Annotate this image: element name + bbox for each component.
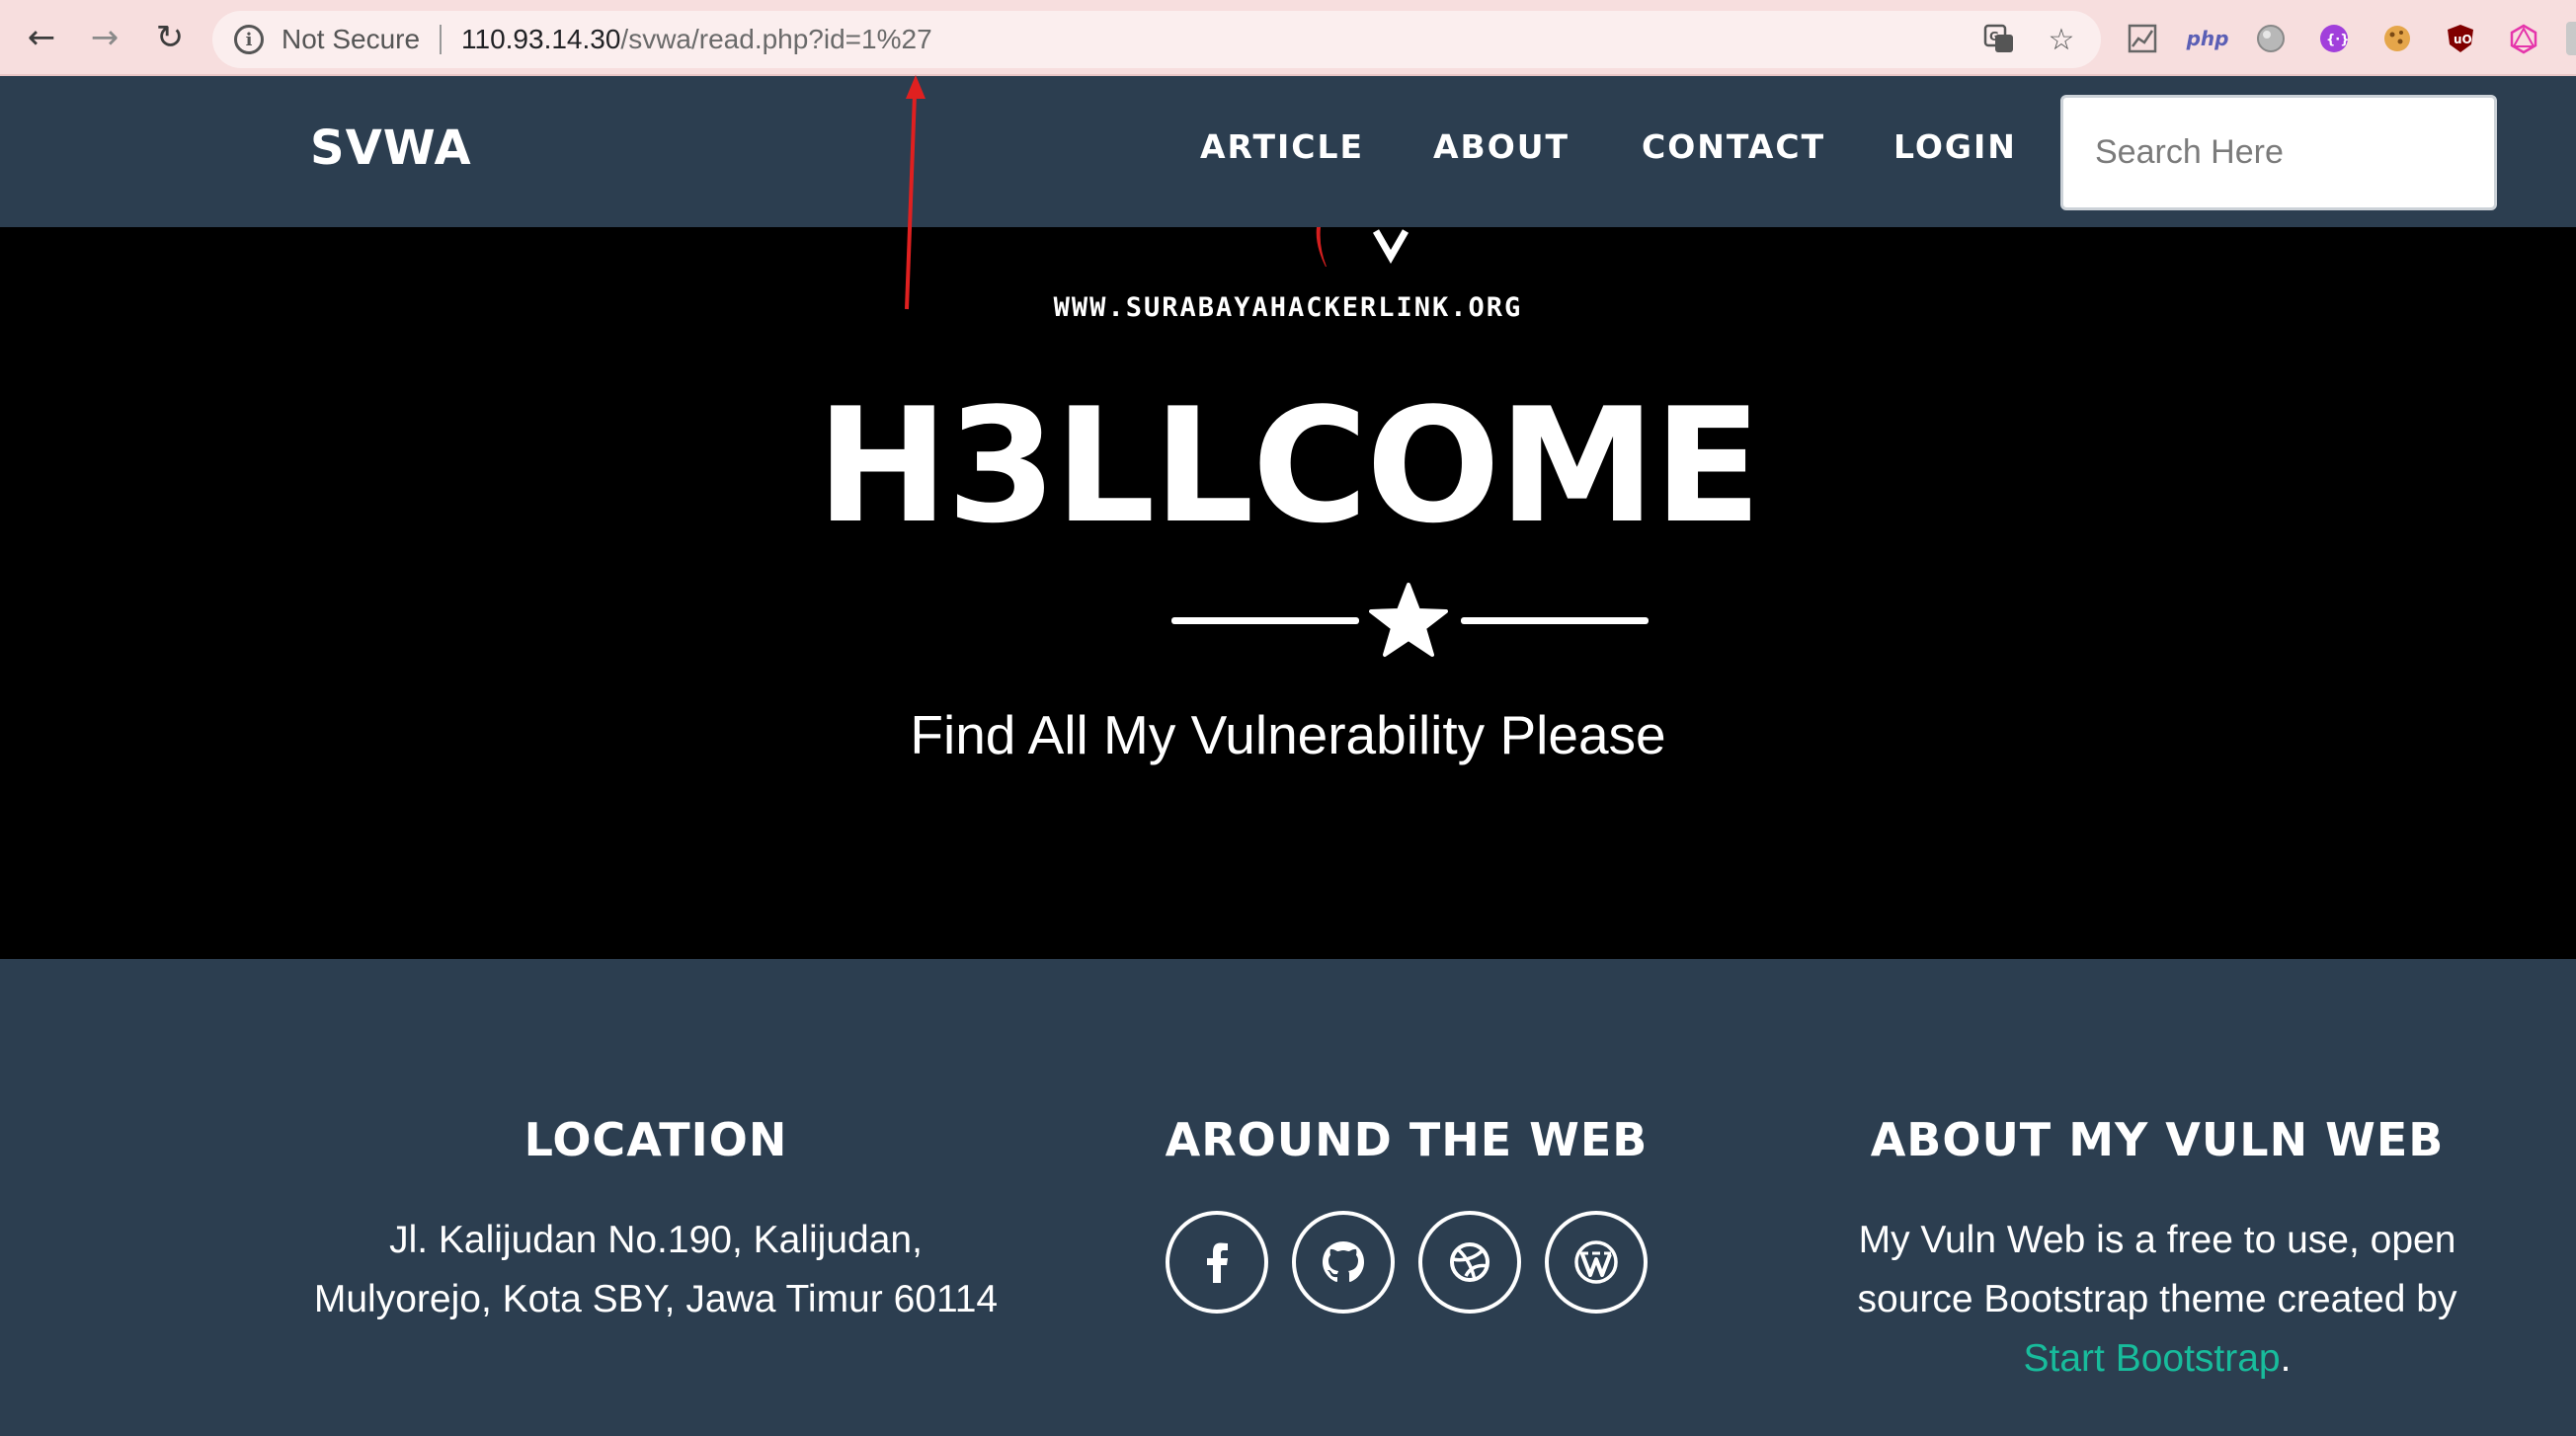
reload-icon[interactable]: ↻ <box>150 18 190 57</box>
site-logo-icon <box>1316 227 1409 267</box>
nav-link-login[interactable]: LOGIN <box>1893 127 2017 166</box>
star-icon <box>1369 583 1448 657</box>
address-bar[interactable]: i Not Secure 110.93.14.30/svwa/read.php?… <box>212 11 2101 68</box>
about-period: . <box>2280 1337 2292 1380</box>
site-navbar: SVWA ARTICLE ABOUT CONTACT LOGIN <box>0 76 2576 227</box>
php-extension-icon[interactable]: php <box>2187 22 2229 55</box>
graphql-extension-icon[interactable] <box>2507 22 2540 55</box>
facebook-icon[interactable] <box>1166 1211 1268 1314</box>
svg-text:{·}: {·} <box>2326 33 2349 47</box>
bookmark-star-icon[interactable]: ☆ <box>2045 23 2078 57</box>
hero-subtitle: Find All My Vulnerability Please <box>910 704 1666 765</box>
about-description: My Vuln Web is a free to use, open sourc… <box>1857 1219 2457 1320</box>
site-footer: LOCATION Jl. Kalijudan No.190, Kalijudan… <box>0 959 2576 1436</box>
github-icon[interactable] <box>1292 1211 1395 1314</box>
browser-toolbar: ← → ↻ i Not Secure 110.93.14.30/svwa/rea… <box>0 0 2576 76</box>
around-web-heading: AROUND THE WEB <box>1165 1113 1649 1166</box>
about-text: My Vuln Web is a free to use, open sourc… <box>1782 1211 2533 1389</box>
site-brand[interactable]: SVWA <box>310 120 472 176</box>
start-bootstrap-link[interactable]: Start Bootstrap <box>2024 1337 2281 1380</box>
svg-text:uO: uO <box>2454 33 2472 46</box>
extension-overflow[interactable] <box>2566 22 2576 55</box>
url-host: 110.93.14.30 <box>461 24 621 54</box>
dribbble-icon[interactable] <box>1418 1211 1521 1314</box>
url-text[interactable]: 110.93.14.30/svwa/read.php?id=1%27 <box>461 24 932 55</box>
search-input[interactable] <box>2060 95 2497 210</box>
nav-link-about[interactable]: ABOUT <box>1433 127 1570 166</box>
address-separator <box>440 25 442 54</box>
divider-line-left <box>1171 617 1359 624</box>
url-path: /svwa/read.php?id=1%27 <box>620 24 932 54</box>
chart-extension-icon[interactable] <box>2126 22 2159 55</box>
forward-arrow-icon[interactable]: → <box>85 18 124 57</box>
wordpress-icon[interactable] <box>1545 1211 1648 1314</box>
location-heading: LOCATION <box>523 1113 788 1166</box>
footer-around-web: AROUND THE WEB <box>1031 1113 1782 1314</box>
hero-title: H3LLCOME <box>816 373 1761 558</box>
hero-section: WWW.SURABAYAHACKERLINK.ORG H3LLCOME Find… <box>0 227 2576 959</box>
cookie-extension-icon[interactable] <box>2380 22 2414 55</box>
address-line-2: Mulyorejo, Kota SBY, Jawa Timur 60114 <box>313 1278 999 1320</box>
svg-text:G: G <box>1989 30 1999 43</box>
info-icon[interactable]: i <box>234 25 264 54</box>
security-status[interactable]: Not Secure <box>282 24 420 55</box>
globe-extension-icon[interactable] <box>2254 22 2288 55</box>
nav-link-contact[interactable]: CONTACT <box>1642 127 1825 166</box>
dev-extension-icon[interactable]: {·} <box>2317 22 2351 55</box>
footer-location: LOCATION Jl. Kalijudan No.190, Kalijudan… <box>281 1113 1031 1329</box>
nav-link-article[interactable]: ARTICLE <box>1200 127 1364 166</box>
ublock-extension-icon[interactable]: uO <box>2444 22 2477 55</box>
address-line-1: Jl. Kalijudan No.190, Kalijudan, <box>389 1219 923 1261</box>
divider-line-right <box>1461 617 1649 624</box>
back-arrow-icon[interactable]: ← <box>22 18 61 57</box>
footer-about: ABOUT MY VULN WEB My Vuln Web is a free … <box>1782 1113 2533 1389</box>
location-address: Jl. Kalijudan No.190, Kalijudan, Mulyore… <box>281 1211 1031 1329</box>
translate-icon[interactable]: G <box>1982 23 2016 56</box>
social-links <box>1031 1211 1782 1314</box>
site-url-text: WWW.SURABAYAHACKERLINK.ORG <box>1053 292 1523 323</box>
about-heading: ABOUT MY VULN WEB <box>1870 1113 2445 1166</box>
